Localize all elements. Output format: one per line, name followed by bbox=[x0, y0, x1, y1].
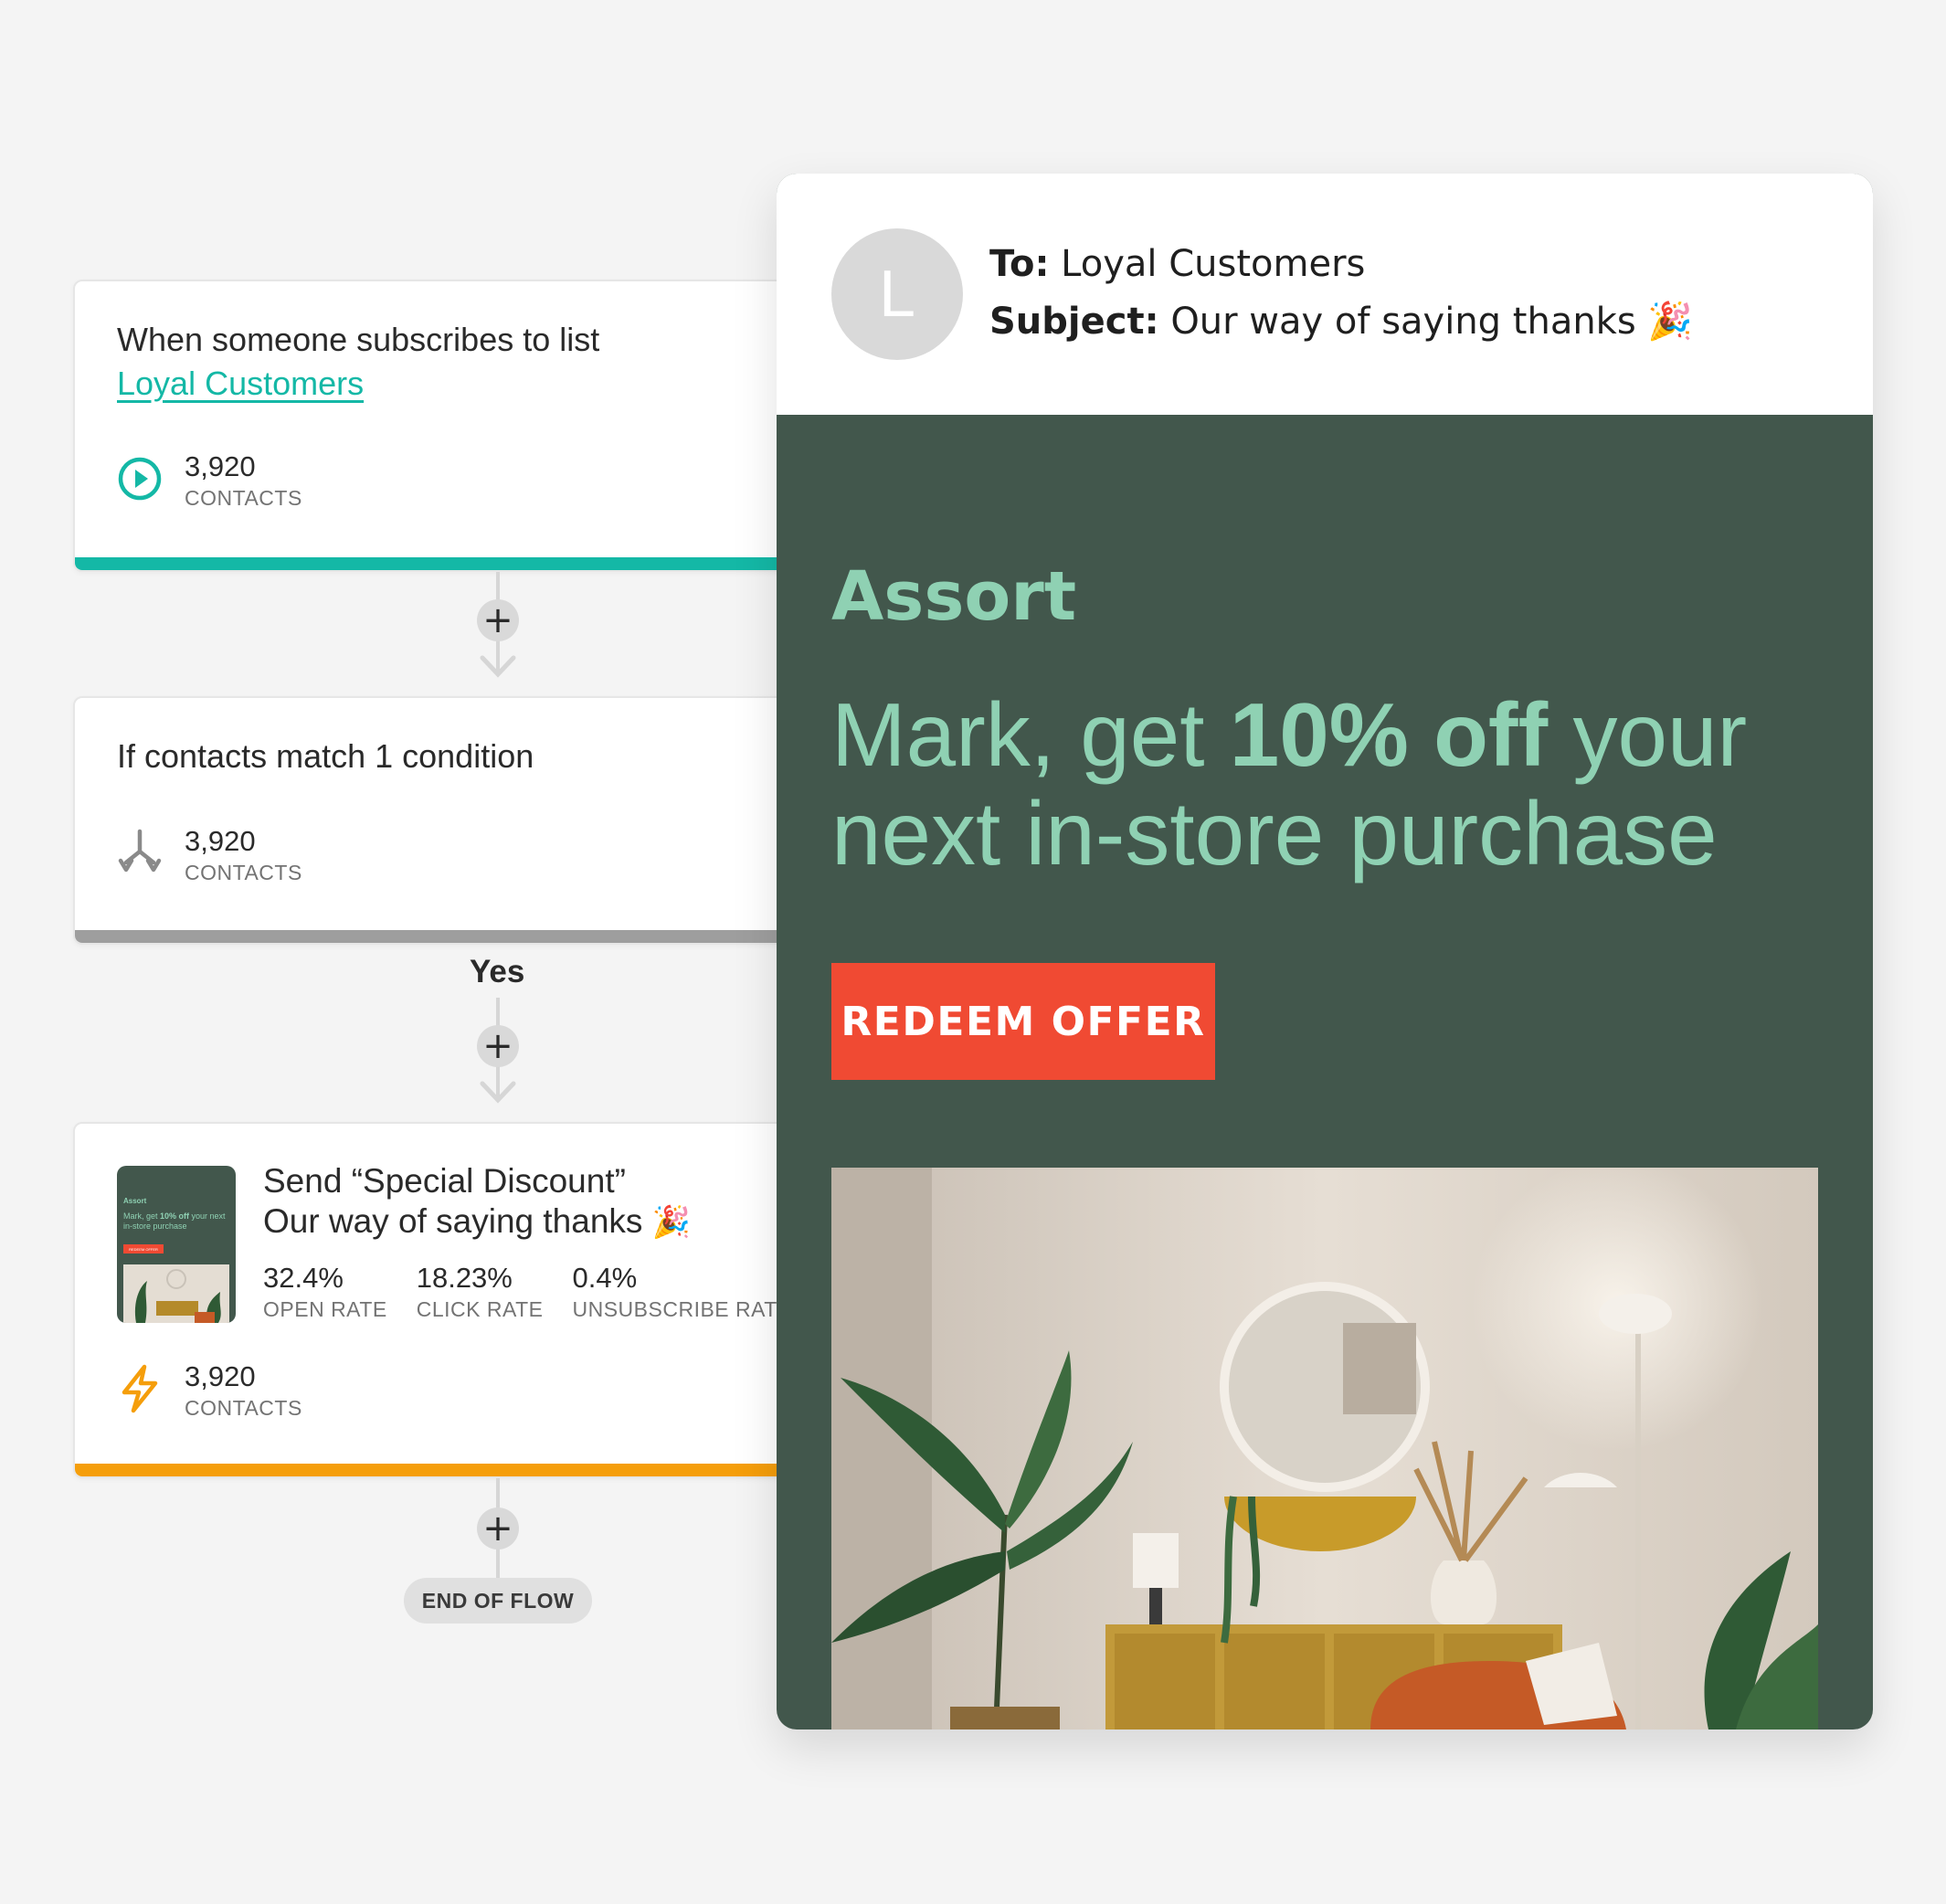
unsubscribe-rate-value: 0.4% bbox=[572, 1262, 638, 1294]
trigger-contacts-label: CONTACTS bbox=[185, 486, 302, 510]
to-line: To: Loyal Customers bbox=[989, 243, 1365, 285]
send-status-bar bbox=[75, 1464, 793, 1476]
thumb-brand: Assort bbox=[123, 1197, 147, 1205]
trigger-title: When someone subscribes to list bbox=[117, 321, 600, 358]
send-subtitle: Our way of saying thanks 🎉 bbox=[263, 1202, 692, 1240]
send-title: Send “Special Discount” bbox=[263, 1162, 626, 1200]
branch-yes-label: Yes bbox=[470, 954, 525, 989]
metrics-row: 32.4% OPEN RATE 18.23% CLICK RATE 0.4% U… bbox=[263, 1261, 792, 1323]
metric-click-rate: 18.23% CLICK RATE bbox=[417, 1261, 544, 1323]
to-label: To: bbox=[989, 243, 1050, 285]
condition-status-bar bbox=[75, 930, 793, 943]
send-contacts: 3,920 CONTACTS bbox=[117, 1359, 302, 1422]
open-rate-label: OPEN RATE bbox=[263, 1297, 387, 1321]
condition-card[interactable]: If contacts match 1 condition 3,920 CONT… bbox=[73, 696, 795, 945]
subject-value: Our way of saying thanks bbox=[1170, 301, 1636, 343]
arrow-down-icon bbox=[480, 655, 516, 678]
sender-avatar: L bbox=[831, 228, 963, 360]
add-step-button[interactable]: + bbox=[477, 599, 519, 641]
redeem-offer-button[interactable]: REDEEM OFFER bbox=[831, 963, 1215, 1080]
click-rate-value: 18.23% bbox=[416, 1262, 513, 1294]
trigger-contact-count: 3,920 bbox=[185, 450, 256, 482]
thumb-room-photo bbox=[123, 1264, 229, 1323]
condition-title: If contacts match 1 condition bbox=[117, 737, 534, 775]
add-step-button[interactable]: + bbox=[477, 1025, 519, 1067]
split-arrows-icon bbox=[117, 828, 163, 883]
list-link[interactable]: Loyal Customers bbox=[117, 362, 751, 406]
party-popper-icon: 🎉 bbox=[651, 1205, 692, 1240]
click-rate-label: CLICK RATE bbox=[416, 1297, 544, 1321]
thumb-headline: Mark, get 10% off your next in-store pur… bbox=[123, 1211, 226, 1231]
lightning-icon bbox=[117, 1363, 163, 1419]
metric-open-rate: 32.4% OPEN RATE bbox=[263, 1261, 387, 1323]
email-preview: L To: Loyal Customers Subject: Our way o… bbox=[777, 174, 1873, 1729]
play-circle-icon bbox=[117, 456, 163, 506]
send-email-card[interactable]: Assort Mark, get 10% off your next in-st… bbox=[73, 1122, 795, 1478]
brand-logo: Assort bbox=[831, 557, 1077, 636]
send-contact-count: 3,920 bbox=[185, 1360, 256, 1392]
email-thumbnail[interactable]: Assort Mark, get 10% off your next in-st… bbox=[117, 1166, 236, 1323]
to-value: Loyal Customers bbox=[1061, 243, 1366, 285]
arrow-down-icon bbox=[480, 1081, 516, 1104]
metric-unsubscribe-rate: 0.4% UNSUBSCRIBE RATE bbox=[573, 1261, 792, 1323]
thumb-cta: REDEEM OFFER bbox=[123, 1244, 164, 1253]
email-header: L To: Loyal Customers Subject: Our way o… bbox=[777, 174, 1873, 415]
unsubscribe-rate-label: UNSUBSCRIBE RATE bbox=[572, 1297, 792, 1321]
trigger-card[interactable]: When someone subscribes to list Loyal Cu… bbox=[73, 280, 795, 572]
end-of-flow-badge: END OF FLOW bbox=[404, 1578, 592, 1624]
condition-contact-count: 3,920 bbox=[185, 825, 256, 857]
room-photo bbox=[831, 1168, 1818, 1729]
open-rate-value: 32.4% bbox=[263, 1262, 344, 1294]
subject-line: Subject: Our way of saying thanks 🎉 bbox=[989, 300, 1693, 343]
email-headline: Mark, get 10% off your next in-store pur… bbox=[831, 684, 1748, 883]
add-step-button[interactable]: + bbox=[477, 1507, 519, 1550]
send-contacts-label: CONTACTS bbox=[185, 1396, 302, 1420]
trigger-status-bar bbox=[75, 557, 793, 570]
condition-contacts-label: CONTACTS bbox=[185, 861, 302, 884]
party-popper-icon: 🎉 bbox=[1647, 301, 1694, 343]
subject-label: Subject: bbox=[989, 301, 1159, 343]
